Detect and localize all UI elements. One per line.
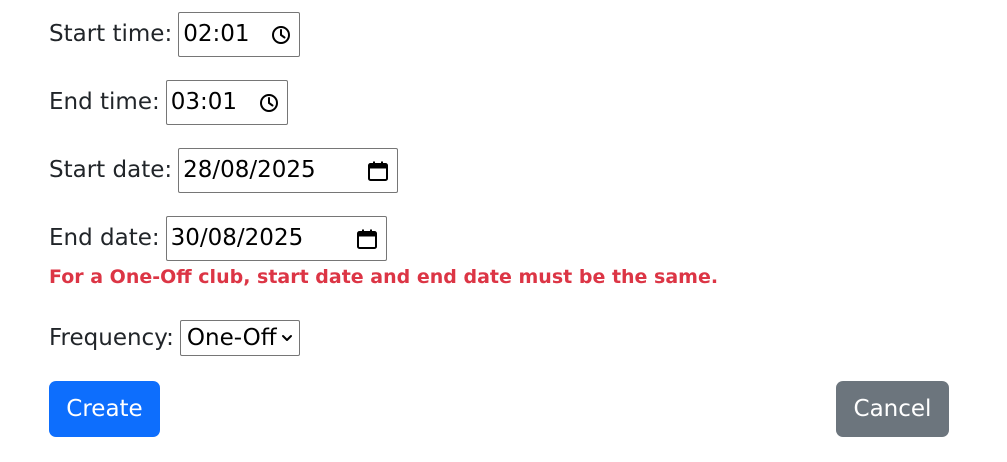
end-date-row: End date: 30/08/2025 <box>49 216 387 261</box>
end-date-label: End date: <box>49 225 160 251</box>
end-date-value: 30/08/2025 <box>170 225 304 251</box>
frequency-label: Frequency: <box>49 324 174 351</box>
end-date-input[interactable]: 30/08/2025 <box>165 216 387 261</box>
end-time-row: End time: 03:01 <box>49 80 288 125</box>
end-time-input[interactable]: 03:01 <box>165 80 288 125</box>
start-date-label: Start date: <box>49 157 173 183</box>
end-time-value: 03:01 <box>170 89 238 115</box>
chevron-down-icon <box>281 332 293 344</box>
clock-icon[interactable] <box>259 93 279 113</box>
start-time-row: Start time: 02:01 <box>49 12 301 57</box>
frequency-value: One-Off <box>186 324 277 351</box>
calendar-icon[interactable] <box>356 228 378 250</box>
start-date-row: Start date: 28/08/2025 <box>49 148 399 193</box>
create-button[interactable]: Create <box>49 381 160 437</box>
start-time-label: Start time: <box>49 21 173 47</box>
frequency-select[interactable]: One-Off <box>179 320 300 356</box>
start-time-input[interactable]: 02:01 <box>178 12 301 57</box>
end-time-label: End time: <box>49 89 160 115</box>
start-date-value: 28/08/2025 <box>183 157 316 183</box>
clock-icon[interactable] <box>271 25 291 45</box>
start-date-input[interactable]: 28/08/2025 <box>178 148 399 193</box>
frequency-row: Frequency: One-Off <box>49 320 300 356</box>
cancel-button[interactable]: Cancel <box>836 381 949 437</box>
calendar-icon[interactable] <box>367 160 389 182</box>
start-time-value: 02:01 <box>183 21 250 47</box>
date-error-message: For a One-Off club, start date and end d… <box>49 266 719 288</box>
